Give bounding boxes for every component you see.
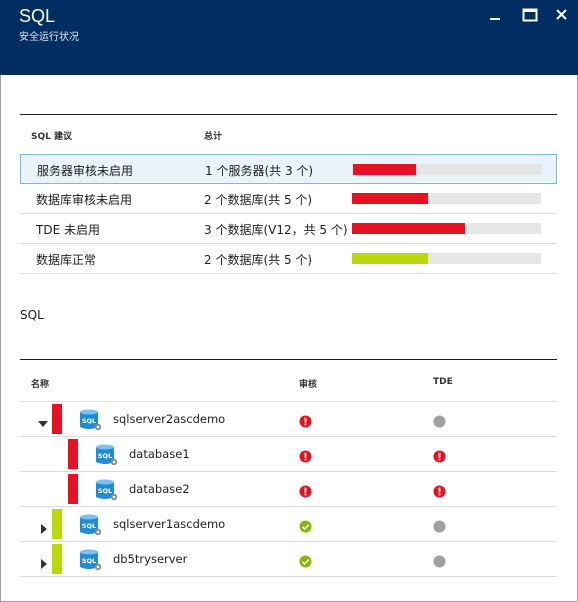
recommendation-total: 3 个数据库(V12，共 5 个) bbox=[204, 223, 348, 237]
status-stripe bbox=[68, 439, 78, 469]
resource-name: database1 bbox=[129, 447, 190, 461]
error-icon bbox=[433, 448, 446, 463]
recommendation-name: TDE 未启用 bbox=[36, 223, 100, 237]
resource-name: db5tryserver bbox=[113, 552, 188, 566]
recommendation-total: 2 个数据库(共 5 个) bbox=[204, 253, 313, 267]
column-header-name: 名称 bbox=[31, 380, 50, 390]
column-header-total: 总计 bbox=[204, 132, 223, 142]
minimize-icon bbox=[490, 18, 500, 20]
sql-database-icon: SQL bbox=[94, 478, 118, 502]
recommendations-header: SQL 建议 总计 bbox=[20, 114, 557, 154]
sql-section-title: SQL bbox=[20, 308, 44, 322]
neutral-status-icon bbox=[433, 413, 446, 428]
recommendations-table: SQL 建议 总计 服务器审核未启用 1 个服务器(共 3 个) 数据库审核未启用 2… bbox=[20, 114, 557, 274]
error-icon bbox=[299, 483, 312, 498]
recommendation-bar-track bbox=[352, 223, 541, 234]
recommendation-row[interactable]: TDE 未启用 3 个数据库(V12，共 5 个) bbox=[20, 214, 557, 244]
blade-title: SQL bbox=[19, 6, 56, 26]
blade-subtitle: 安全运行状况 bbox=[19, 32, 79, 43]
recommendation-bar-track bbox=[353, 164, 542, 175]
svg-text:SQL: SQL bbox=[98, 452, 112, 460]
resource-name: sqlserver2ascdemo bbox=[113, 412, 226, 426]
recommendation-row[interactable]: 数据库审核未启用 2 个数据库(共 5 个) bbox=[20, 184, 557, 214]
recommendation-row[interactable]: 数据库正常 2 个数据库(共 5 个) bbox=[20, 244, 557, 274]
sql-database-icon: SQL bbox=[78, 408, 102, 432]
recommendation-name: 数据库正常 bbox=[36, 253, 97, 267]
recommendation-name: 数据库审核未启用 bbox=[36, 193, 133, 207]
sql-servers-table: 名称 审核 TDE SQL sqlserver2ascdemo SQL databas… bbox=[20, 359, 557, 577]
recommendation-bar-fill bbox=[352, 193, 428, 204]
sql-database-icon: SQL bbox=[78, 513, 102, 537]
servers-header: 名称 审核 TDE bbox=[20, 359, 557, 402]
database-row[interactable]: SQL database2 bbox=[20, 472, 557, 507]
column-header-audit: 审核 bbox=[299, 380, 318, 390]
expand-arrow-icon[interactable] bbox=[39, 519, 49, 534]
svg-text:SQL: SQL bbox=[98, 487, 112, 495]
database-row[interactable]: SQL database1 bbox=[20, 437, 557, 472]
svg-text:SQL: SQL bbox=[82, 557, 96, 565]
recommendation-bar-fill bbox=[353, 164, 416, 175]
check-icon bbox=[299, 553, 312, 568]
status-stripe bbox=[52, 404, 62, 434]
resource-name: sqlserver1ascdemo bbox=[113, 517, 226, 531]
maximize-icon bbox=[522, 8, 538, 22]
recommendation-bar-fill bbox=[352, 223, 466, 234]
svg-text:SQL: SQL bbox=[82, 522, 96, 530]
minimize-button[interactable] bbox=[486, 7, 504, 23]
recommendation-bar-track bbox=[352, 253, 541, 264]
servers-rows: SQL sqlserver2ascdemo SQL database1 SQL datab… bbox=[20, 402, 557, 577]
status-stripe bbox=[68, 474, 78, 504]
resource-name: database2 bbox=[129, 482, 190, 496]
server-row[interactable]: SQL sqlserver1ascdemo bbox=[20, 507, 557, 542]
maximize-button[interactable] bbox=[521, 7, 539, 23]
close-icon bbox=[556, 9, 567, 20]
recommendation-total: 2 个数据库(共 5 个) bbox=[204, 193, 313, 207]
close-button[interactable] bbox=[553, 7, 571, 23]
status-stripe bbox=[52, 544, 62, 574]
recommendation-row[interactable]: 服务器审核未启用 1 个服务器(共 3 个) bbox=[20, 154, 557, 184]
sql-database-icon: SQL bbox=[94, 443, 118, 467]
server-row[interactable]: SQL sqlserver2ascdemo bbox=[20, 402, 557, 437]
check-icon bbox=[299, 518, 312, 533]
recommendation-bar-fill bbox=[352, 253, 428, 264]
error-icon bbox=[299, 413, 312, 428]
recommendations-rows: 服务器审核未启用 1 个服务器(共 3 个) 数据库审核未启用 2 个数据库(共 5 … bbox=[20, 154, 557, 274]
collapse-arrow-icon[interactable] bbox=[38, 414, 48, 427]
expand-arrow-icon[interactable] bbox=[39, 554, 49, 569]
column-header-tde: TDE bbox=[433, 377, 453, 387]
blade-header: SQL 安全运行状况 bbox=[0, 0, 578, 75]
recommendation-total: 1 个服务器(共 3 个) bbox=[205, 164, 314, 178]
status-stripe bbox=[52, 509, 62, 539]
svg-text:SQL: SQL bbox=[82, 417, 96, 425]
neutral-status-icon bbox=[433, 553, 446, 568]
server-row[interactable]: SQL db5tryserver bbox=[20, 542, 557, 577]
error-icon bbox=[433, 483, 446, 498]
neutral-status-icon bbox=[433, 518, 446, 533]
sql-database-icon: SQL bbox=[78, 548, 102, 572]
recommendation-bar-track bbox=[352, 193, 541, 204]
recommendation-name: 服务器审核未启用 bbox=[37, 164, 134, 178]
column-header-sql-recommendation: SQL 建议 bbox=[31, 132, 73, 142]
error-icon bbox=[299, 448, 312, 463]
